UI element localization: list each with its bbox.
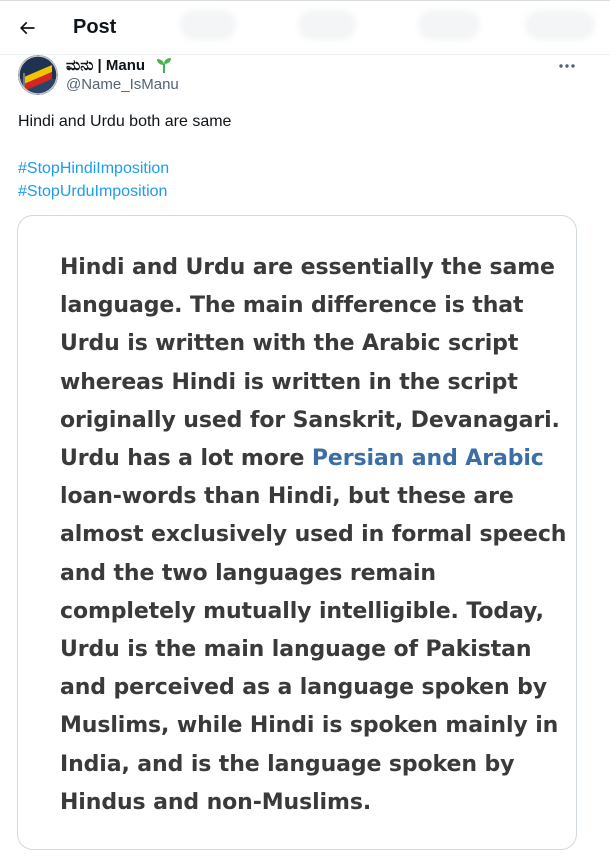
blurred-header-element	[180, 10, 236, 40]
media-text-segment: language. The main difference is that	[60, 293, 524, 319]
media-text-line: Urdu is the main language of Pakistan	[60, 631, 560, 669]
author-display-name[interactable]: ಮನು | Manu	[66, 57, 145, 75]
media-text-line: Hindus and non-Muslims.	[60, 784, 560, 822]
media-text-line: Urdu has a lot more Persian and Arabic	[60, 440, 560, 478]
more-options-button[interactable]	[555, 56, 579, 76]
author-handle[interactable]: @Name_IsManu	[66, 76, 179, 94]
hashtag-link[interactable]: #StopHindiImposition	[18, 159, 169, 179]
media-text-segment: Muslims, while Hindi is spoken mainly in	[60, 713, 559, 739]
media-text-segment: India, and is the language spoken by	[60, 751, 515, 777]
media-text-segment: completely mutually intelligible. Today,	[60, 598, 544, 624]
media-text-line: originally used for Sanskrit, Devanagari…	[60, 402, 560, 440]
sprout-icon	[157, 58, 171, 73]
media-text-line: completely mutually intelligible. Today,	[60, 593, 560, 631]
media-text-line: Muslims, while Hindi is spoken mainly in	[60, 707, 560, 745]
media-text-line: and perceived as a language spoken by	[60, 669, 560, 707]
hashtag-link[interactable]: #StopUrduImposition	[18, 182, 167, 202]
top-bar: Post	[0, 0, 610, 55]
media-text-segment: and the two languages remain	[60, 560, 436, 586]
media-text-segment: Urdu has a lot more	[60, 446, 312, 472]
media-text-line: almost exclusively used in formal speech	[60, 516, 566, 554]
media-text-block: Hindi and Urdu are essentially the same l…	[60, 249, 566, 822]
media-text-line: Hindi and Urdu are essentially the same	[60, 249, 560, 287]
page-title: Post	[73, 16, 117, 38]
media-text-segment: originally used for Sanskrit, Devanagari…	[60, 407, 560, 433]
media-text-segment: whereas Hindi is written in the script	[60, 369, 518, 395]
media-text-link: Persian and Arabic	[311, 446, 544, 472]
arrow-left-icon	[19, 21, 35, 35]
window-edge	[0, 0, 610, 1]
more-horizontal-icon	[559, 64, 575, 68]
media-text-line: whereas Hindi is written in the script	[60, 364, 560, 402]
media-text-line: and the two languages remain	[60, 555, 560, 593]
media-text-segment: Urdu is written with the Arabic script	[60, 331, 519, 357]
media-text-line: Urdu is written with the Arabic script	[60, 325, 560, 363]
media-text-line: loan-words than Hindi, but these are	[60, 478, 560, 516]
blurred-header-element	[298, 10, 356, 40]
avatar-flag-icon	[18, 55, 58, 95]
media-text-segment: Hindus and non-Muslims.	[60, 789, 372, 815]
blurred-header-element	[525, 10, 595, 40]
media-text-line: language. The main difference is that	[60, 287, 560, 325]
media-text-segment: and perceived as a language spoken by	[60, 675, 547, 701]
media-text-segment: Urdu is the main language of Pakistan	[60, 637, 532, 663]
back-button[interactable]	[8, 10, 46, 46]
media-card[interactable]: Hindi and Urdu are essentially the same l…	[17, 215, 577, 850]
media-text-segment: loan-words than Hindi, but these are	[60, 484, 514, 510]
media-text-segment: Hindi and Urdu are essentially the same	[60, 255, 555, 280]
media-text-segment: almost exclusively used in formal speech	[60, 522, 567, 548]
post-text: Hindi and Urdu both are same	[18, 113, 232, 130]
blurred-header-element	[418, 10, 480, 40]
media-text-line: India, and is the language spoken by	[60, 746, 560, 784]
avatar[interactable]	[18, 55, 58, 95]
